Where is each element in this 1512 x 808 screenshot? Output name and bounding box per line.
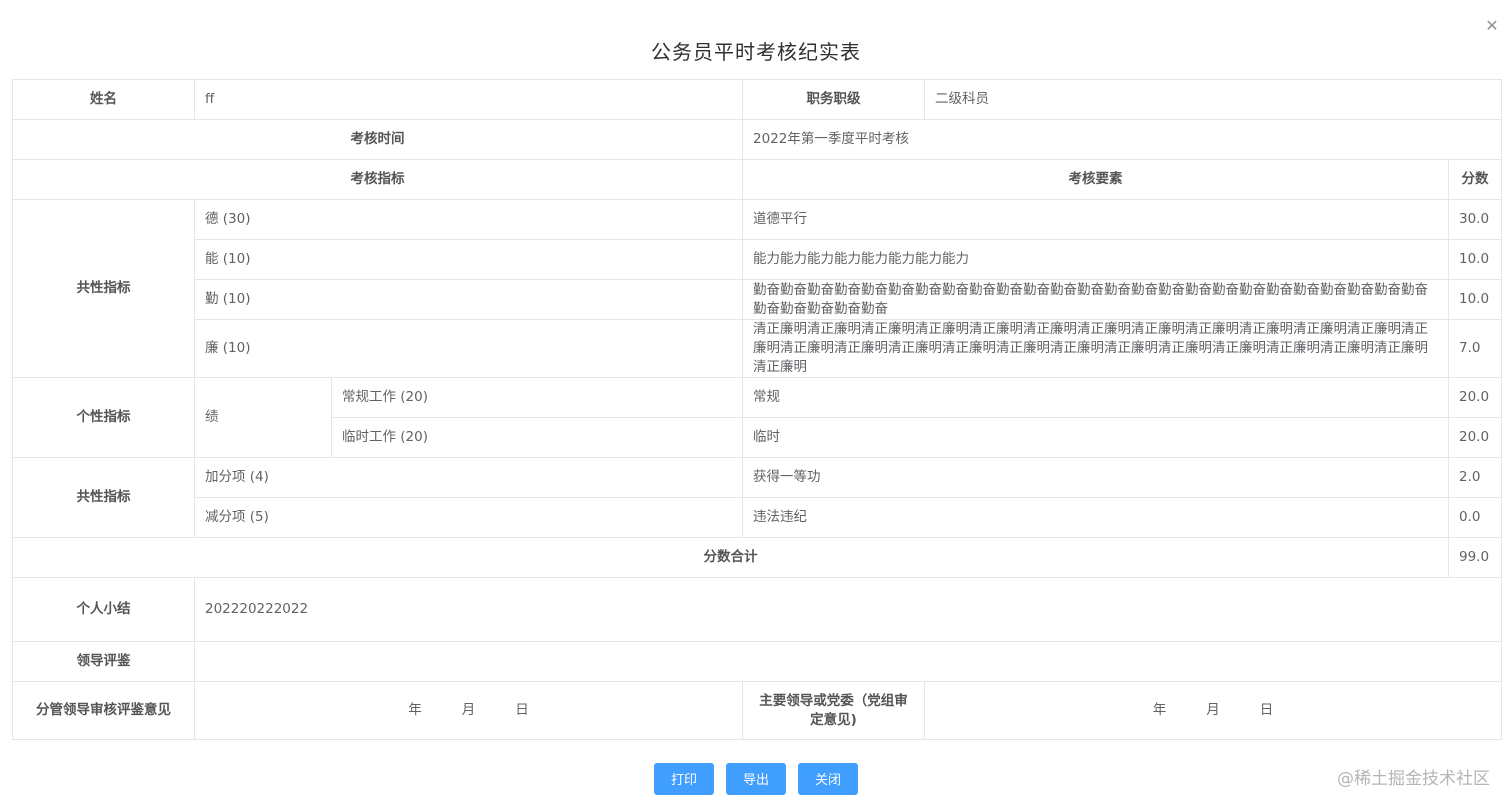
table-row: 个人小结 202220222022 [12,577,1502,642]
score-cell: 20.0 [1448,377,1502,418]
time-label: 考核时间 [12,119,743,160]
export-button[interactable]: 导出 [726,763,786,795]
performance-label: 绩 [194,377,332,458]
element-cell: 清正廉明清正廉明清正廉明清正廉明清正廉明清正廉明清正廉明清正廉明清正廉明清正廉明… [742,319,1449,378]
sub-leader-date: 年月日 [194,681,743,740]
close-icon[interactable]: ✕ [1482,16,1502,36]
dialog-footer: 打印 导出 关闭 [0,763,1512,795]
total-value: 99.0 [1448,537,1502,578]
table-row: 考核时间 2022年第一季度平时考核 [12,119,1502,160]
table-row: 共性指标 加分项 (4) 获得一等功 2.0 [12,457,1502,538]
personal-indicator-label: 个性指标 [12,377,195,458]
score-cell: 10.0 [1448,279,1502,320]
element-cell: 获得一等功 [742,457,1449,498]
indicator-cell: 廉 (10) [194,319,743,378]
date-year: 年 [408,702,422,718]
element-cell: 违法违纪 [742,497,1449,538]
table-row: 廉 (10) 清正廉明清正廉明清正廉明清正廉明清正廉明清正廉明清正廉明清正廉明清… [13,319,1502,378]
leader-review-label: 领导评鉴 [12,641,195,682]
table-row: 姓名 ff 职务职级 二级科员 [12,79,1502,120]
assessment-table: 姓名 ff 职务职级 二级科员 考核时间 2022年第一季度平时考核 考核指标 … [12,79,1502,740]
table-row: 能 (10) 能力能力能力能力能力能力能力能力 10.0 [13,239,1502,280]
sub-leader-label: 分管领导审核评鉴意见 [12,681,195,740]
table-row: 个性指标 绩 常规工作 (20) 常规 20.0 [12,377,1502,458]
assessment-dialog: ✕ 公务员平时考核纪实表 姓名 ff 职务职级 二级科员 考核时间 2022年第… [0,0,1512,808]
close-button[interactable]: 关闭 [798,763,858,795]
score-cell: 0.0 [1448,497,1502,538]
summary-label: 个人小结 [12,577,195,642]
indicator-cell: 减分项 (5) [194,497,743,538]
date-day: 日 [515,702,529,718]
header-score: 分数 [1448,159,1502,200]
indicator-cell: 能 (10) [194,239,743,280]
table-row: 减分项 (5) 违法违纪 0.0 [13,497,1502,538]
common-indicator-label-2: 共性指标 [12,457,195,538]
date-year: 年 [1152,702,1167,718]
watermark: @稀土掘金技术社区 [1337,769,1490,789]
score-cell: 10.0 [1448,239,1502,280]
total-row: 分数合计 99.0 [12,537,1502,578]
dialog-title: 公务员平时考核纪实表 [651,40,861,64]
table-row: 领导评鉴 [12,641,1502,682]
score-cell: 20.0 [1448,417,1502,458]
common-indicator-label: 共性指标 [12,199,195,378]
element-cell: 能力能力能力能力能力能力能力能力 [742,239,1449,280]
indicator-cell: 常规工作 (20) [331,377,743,418]
summary-value: 202220222022 [194,577,1502,642]
element-cell: 道德平行 [742,199,1449,240]
main-leader-date: 年月日 [924,681,1502,740]
header-indicator: 考核指标 [12,159,743,200]
print-button[interactable]: 打印 [654,763,714,795]
time-value: 2022年第一季度平时考核 [742,119,1502,160]
score-cell: 2.0 [1448,457,1502,498]
indicator-cell: 临时工作 (20) [331,417,743,458]
element-cell: 常规 [742,377,1449,418]
date-month: 月 [461,702,476,718]
indicator-cell: 勤 (10) [194,279,743,320]
total-label: 分数合计 [12,537,1449,578]
score-cell: 7.0 [1448,319,1502,378]
element-cell: 临时 [742,417,1449,458]
table-row: 分管领导审核评鉴意见 年 月 日 主要领导或党委（党组审定意见) 年 月 日 [12,681,1502,740]
indicator-cell: 加分项 (4) [194,457,743,498]
table-row: 共性指标 德 (30) 道德平行 30.0 [12,199,1502,378]
date-month: 月 [1206,702,1220,718]
indicator-cell: 德 (30) [194,199,743,240]
score-cell: 30.0 [1448,199,1502,240]
leader-review-value [194,641,1502,682]
date-day: 日 [1259,702,1274,718]
main-leader-label: 主要领导或党委（党组审定意见) [742,681,925,740]
table-row: 勤 (10) 勤奋勤奋勤奋勤奋勤奋勤奋勤奋勤奋勤奋勤奋勤奋勤奋勤奋勤奋勤奋勤奋勤… [13,279,1502,320]
header-element: 考核要素 [742,159,1449,200]
element-cell: 勤奋勤奋勤奋勤奋勤奋勤奋勤奋勤奋勤奋勤奋勤奋勤奋勤奋勤奋勤奋勤奋勤奋勤奋勤奋勤奋… [742,279,1449,320]
table-header-row: 考核指标 考核要素 分数 [12,159,1502,200]
name-label: 姓名 [12,79,195,120]
name-value: ff [194,79,743,120]
rank-label: 职务职级 [742,79,925,120]
rank-value: 二级科员 [924,79,1502,120]
